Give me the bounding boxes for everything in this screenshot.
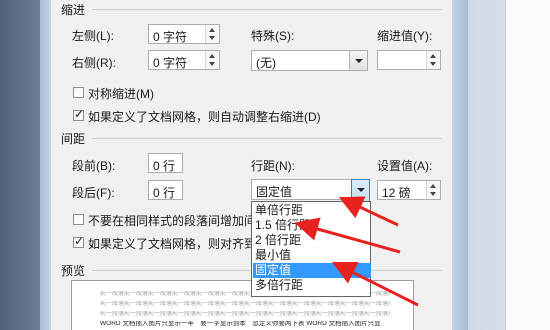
arrow-to-dropdown-button — [338, 196, 399, 227]
arrow-to-fixed-option — [331, 261, 419, 307]
annotation-arrows — [294, 196, 419, 307]
arrow-to-option-list — [294, 217, 401, 254]
